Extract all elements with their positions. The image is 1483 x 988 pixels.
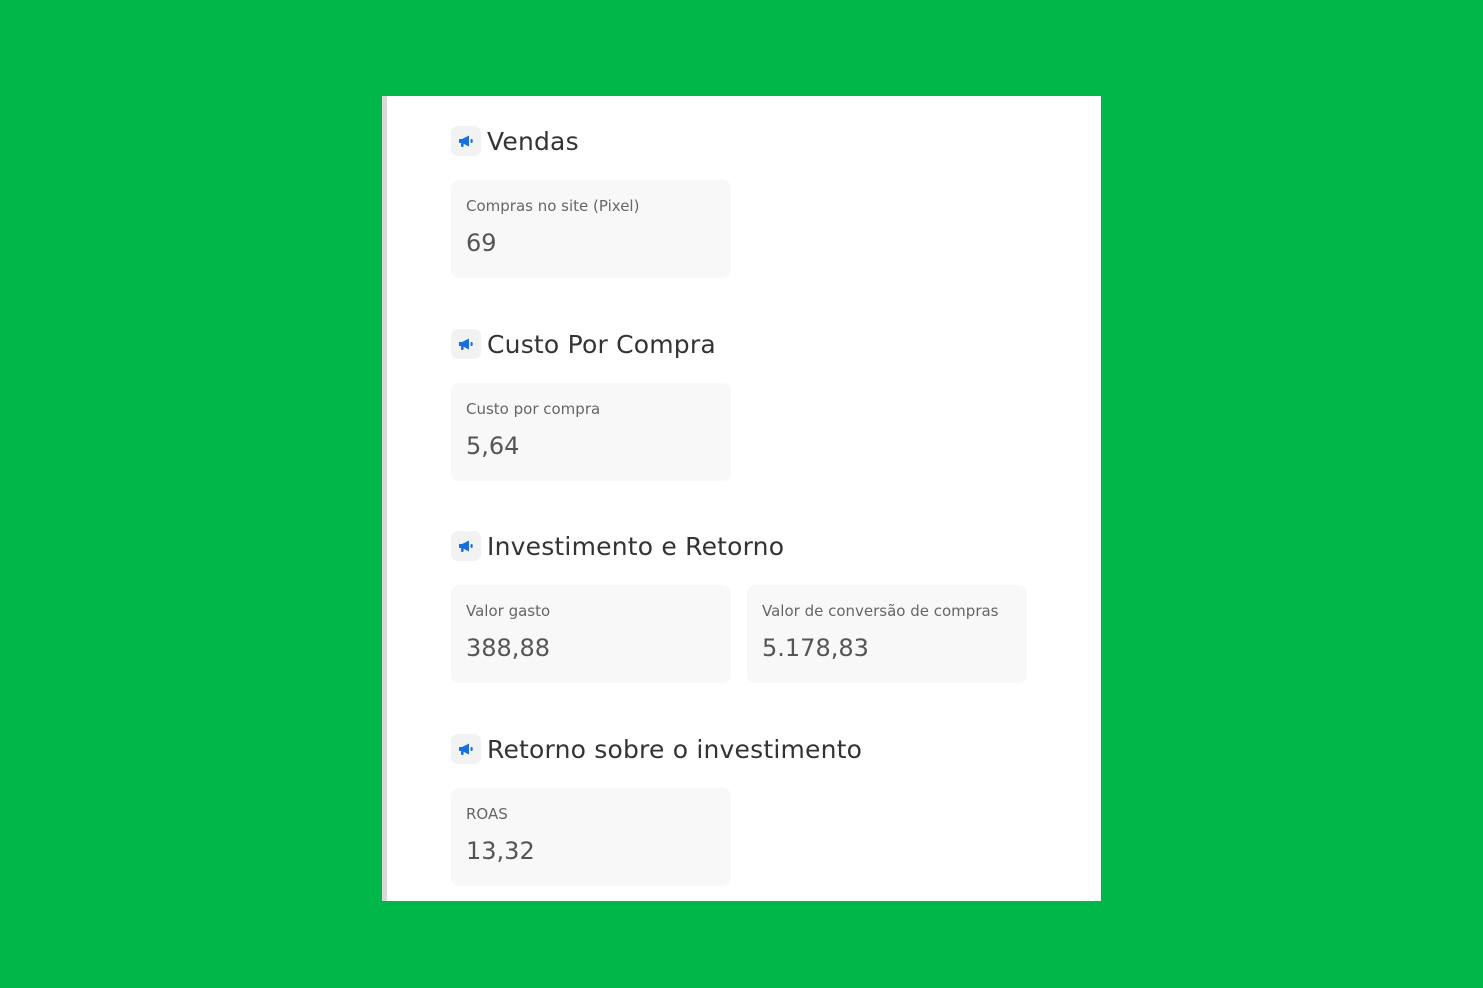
metric-label: ROAS xyxy=(466,805,508,823)
metric-label: Custo por compra xyxy=(466,400,601,418)
metric-card: Valor de conversão de compras 5.178,83 xyxy=(747,585,1027,683)
section-header: Investimento e Retorno xyxy=(451,530,1027,562)
section-title: Vendas xyxy=(487,126,579,156)
metric-value: 388,88 xyxy=(466,634,550,662)
section-title: Custo Por Compra xyxy=(487,329,716,359)
metric-card: Valor gasto 388,88 xyxy=(451,585,731,683)
megaphone-icon xyxy=(451,126,481,156)
metric-label: Compras no site (Pixel) xyxy=(466,197,640,215)
metric-card: Compras no site (Pixel) 69 xyxy=(451,180,731,278)
section-title: Investimento e Retorno xyxy=(487,531,785,561)
metric-label: Valor gasto xyxy=(466,602,551,620)
metric-label: Valor de conversão de compras xyxy=(762,602,999,620)
metric-value: 5.178,83 xyxy=(762,634,869,662)
section-header: Vendas xyxy=(451,125,731,157)
metric-card: ROAS 13,32 xyxy=(451,788,731,886)
card-row: ROAS 13,32 xyxy=(451,788,862,886)
section-custo-por-compra: Custo Por Compra Custo por compra 5,64 xyxy=(451,328,731,481)
megaphone-icon xyxy=(451,734,481,764)
section-investimento-e-retorno: Investimento e Retorno Valor gasto 388,8… xyxy=(451,530,1027,683)
metric-card: Custo por compra 5,64 xyxy=(451,383,731,481)
section-title: Retorno sobre o investimento xyxy=(487,734,863,764)
metric-value: 69 xyxy=(466,229,497,257)
metric-value: 13,32 xyxy=(466,837,535,865)
metric-value: 5,64 xyxy=(466,432,520,460)
section-header: Retorno sobre o investimento xyxy=(451,733,862,765)
megaphone-icon xyxy=(451,531,481,561)
card-row: Compras no site (Pixel) 69 xyxy=(451,180,731,278)
report-panel: Vendas Compras no site (Pixel) 69 Custo … xyxy=(382,96,1101,901)
card-row: Valor gasto 388,88 Valor de conversão de… xyxy=(451,585,1027,683)
section-header: Custo Por Compra xyxy=(451,328,731,360)
section-vendas: Vendas Compras no site (Pixel) 69 xyxy=(451,125,731,278)
card-row: Custo por compra 5,64 xyxy=(451,383,731,481)
megaphone-icon xyxy=(451,329,481,359)
section-retorno-sobre-o-investimento: Retorno sobre o investimento ROAS 13,32 xyxy=(451,733,862,886)
